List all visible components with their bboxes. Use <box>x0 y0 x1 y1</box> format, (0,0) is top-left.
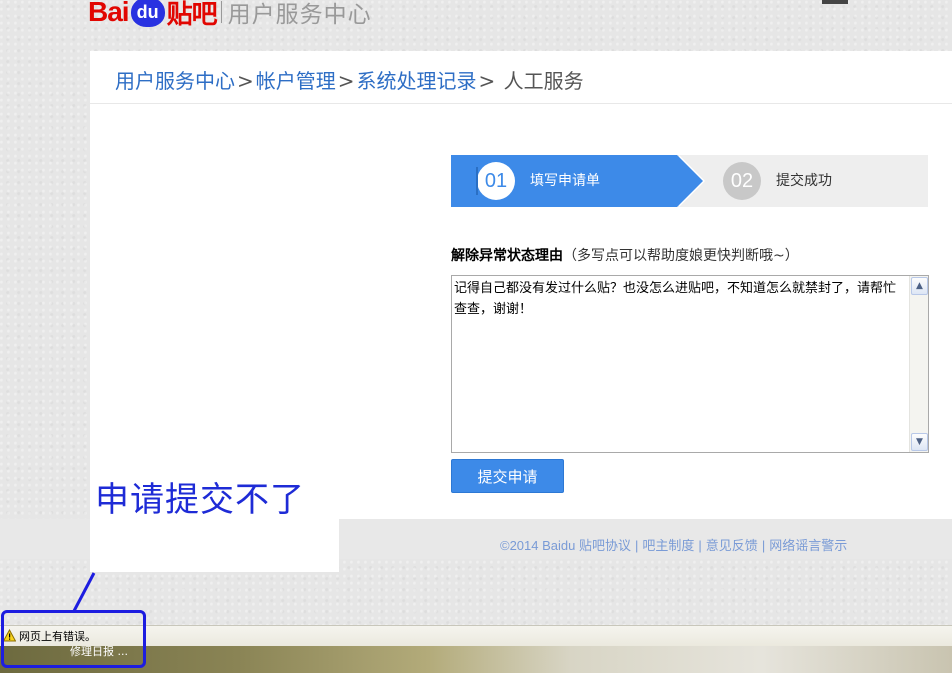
footer-separator: | <box>698 538 702 553</box>
breadcrumb: 用户服务中心 > 帐户管理 > 系统处理记录 > 人工服务 <box>115 65 584 94</box>
footer-link-moderator-rules[interactable]: 吧主制度 <box>642 538 694 553</box>
step-arrow <box>677 155 703 207</box>
reason-hint: （多写点可以帮助度娘更快判断哦~） <box>563 248 799 264</box>
footer-link-feedback[interactable]: 意见反馈 <box>706 538 758 553</box>
warning-icon[interactable] <box>3 629 16 642</box>
breadcrumb-account-management[interactable]: 帐户管理 <box>256 69 336 93</box>
breadcrumb-system-records[interactable]: 系统处理记录 <box>357 69 477 93</box>
annotation-pointer-line <box>72 572 96 612</box>
annotation-text: 申请提交不了 <box>95 480 305 520</box>
textarea-scrollbar[interactable]: ▲ ▼ <box>909 276 928 452</box>
browser-status-bar: 网页上有错误。 <box>0 625 952 646</box>
footer-separator: | <box>761 538 766 553</box>
breadcrumb-user-center[interactable]: 用户服务中心 <box>115 69 235 93</box>
panel-divider <box>90 103 952 104</box>
progress-steps: 01 填写申请单 02 提交成功 <box>451 155 928 207</box>
logo-bai: Bai <box>88 0 130 27</box>
footer: ©2014 Baidu 贴吧协议 | 吧主制度 | 意见反馈 | 网络谣言警示 <box>500 535 847 554</box>
logo-tieba: 贴吧 <box>166 0 218 30</box>
logo-paw-icon: du <box>130 0 165 27</box>
main-panel: 用户服务中心 > 帐户管理 > 系统处理记录 > 人工服务 01 填写申请单 02 提交成… <box>90 51 952 519</box>
scroll-up-icon[interactable]: ▲ <box>911 277 928 295</box>
breadcrumb-separator: > <box>237 69 254 93</box>
step-2-number: 02 <box>723 162 761 200</box>
footer-copyright: ©2014 Baidu <box>500 538 576 553</box>
taskbar-item[interactable]: 修理日报 ... <box>70 646 128 658</box>
submit-application-button[interactable]: 提交申请 <box>451 459 564 493</box>
footer-separator: | <box>635 538 639 553</box>
breadcrumb-separator: > <box>337 69 355 93</box>
reason-textarea-value[interactable]: 记得自己都没有发过什么贴？也没怎么进贴吧，不知道怎么就禁封了，请帮忙查查，谢谢！ <box>452 276 904 322</box>
step-2-label: 提交成功 <box>776 173 832 189</box>
step-1-marker <box>476 167 478 195</box>
scroll-down-icon[interactable]: ▼ <box>911 433 928 451</box>
reason-textarea[interactable]: 记得自己都没有发过什么贴？也没怎么进贴吧，不知道怎么就禁封了，请帮忙查查，谢谢！… <box>451 275 929 453</box>
step-1-label: 填写申请单 <box>530 173 600 189</box>
status-text[interactable]: 网页上有错误。 <box>19 628 96 644</box>
reason-field-label: 解除异常状态理由（多写点可以帮助度娘更快判断哦~） <box>451 245 799 265</box>
step-1-number: 01 <box>477 162 515 200</box>
logo-subtitle: 用户服务中心 <box>227 2 372 28</box>
breadcrumb-current: 人工服务 <box>503 69 584 93</box>
logo-divider <box>220 1 222 23</box>
footer-link-agreement[interactable]: 贴吧协议 <box>579 538 631 553</box>
breadcrumb-separator: > <box>478 69 496 93</box>
footer-link-rumor-warning[interactable]: 网络谣言警示 <box>769 538 847 553</box>
desktop-background <box>0 646 952 673</box>
baidu-tieba-logo[interactable]: Bai du 贴吧 用户服务中心 <box>88 0 372 30</box>
reason-label: 解除异常状态理由 <box>451 248 563 264</box>
user-avatar[interactable] <box>822 0 848 4</box>
